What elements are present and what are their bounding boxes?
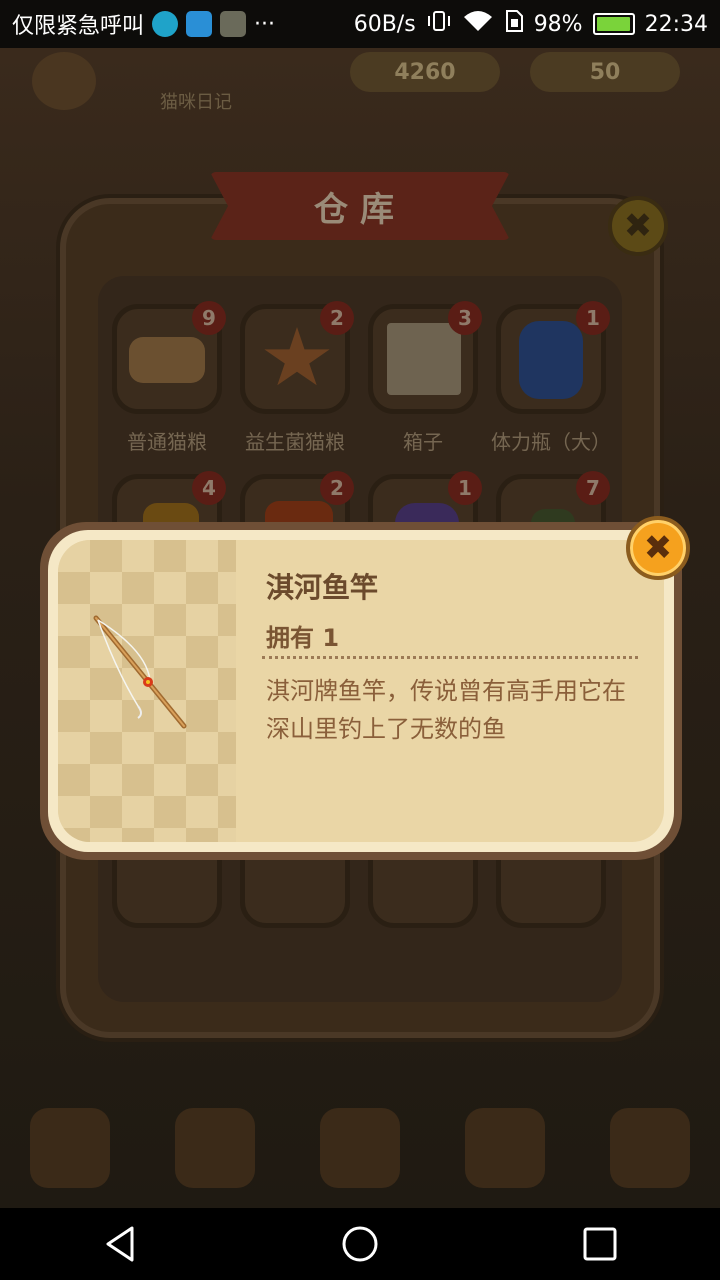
back-triangle-icon — [106, 1226, 134, 1262]
top-bar: 猫咪日记 4260 50 — [0, 48, 720, 118]
clock: 22:34 — [644, 11, 708, 37]
bottom-nav — [0, 1108, 720, 1208]
fishing-rod-icon — [93, 615, 187, 729]
battery-percent: 98% — [533, 11, 583, 37]
nav-scan-button[interactable] — [320, 1108, 400, 1188]
vibrate-icon — [426, 9, 452, 39]
photo-app-icon — [220, 11, 247, 37]
count-badge: 1 — [576, 301, 610, 335]
wifi-icon — [462, 9, 494, 39]
cat-food-icon — [129, 337, 205, 383]
star-cookie-icon — [264, 327, 330, 386]
gem-counter[interactable]: 50 — [530, 52, 680, 92]
item-detail-popup: 淇河鱼竿 拥有 1 淇河牌鱼竿，传说曾有高手用它在深山里钓上了无数的鱼 — [40, 522, 682, 860]
timer-app-icon — [152, 11, 179, 37]
recents-button[interactable] — [570, 1214, 630, 1274]
item-description: 淇河牌鱼竿，传说曾有高手用它在深山里钓上了无数的鱼 — [266, 677, 626, 743]
dotted-divider — [262, 656, 638, 659]
home-button[interactable] — [32, 52, 96, 110]
count-badge: 9 — [192, 301, 226, 335]
count-badge: 4 — [192, 471, 226, 505]
gem-amount: 50 — [589, 59, 621, 85]
home-nav-button[interactable] — [330, 1214, 390, 1274]
nav-shop-button[interactable] — [30, 1108, 110, 1188]
system-nav-bar — [0, 1208, 720, 1280]
sim-icon — [504, 9, 524, 39]
home-circle-icon — [342, 1226, 378, 1262]
close-icon: ✖ — [643, 528, 673, 568]
box-icon — [387, 323, 461, 395]
coin-counter[interactable]: 4260 — [350, 52, 500, 92]
battery-icon — [592, 13, 635, 35]
carrier-text: 仅限紧急呼叫 — [12, 14, 145, 39]
network-speed: 60B/s — [353, 11, 416, 37]
count-badge: 7 — [576, 471, 610, 505]
bottle-icon — [519, 321, 583, 399]
coin-amount: 4260 — [394, 59, 456, 85]
recents-square-icon — [583, 1227, 617, 1261]
count-badge: 2 — [320, 471, 354, 505]
count-badge: 3 — [448, 301, 482, 335]
close-icon: ✖ — [623, 206, 653, 246]
health-app-icon — [186, 11, 213, 37]
back-button[interactable] — [90, 1214, 150, 1274]
nav-bag-button[interactable] — [465, 1108, 545, 1188]
nav-upgrade-button[interactable] — [610, 1108, 690, 1188]
item-name: 淇河鱼竿 — [266, 571, 379, 604]
status-bar: 仅限紧急呼叫 ··· 60B/s 98% 22:34 — [0, 0, 720, 48]
item-label: 体力瓶（大） — [491, 430, 611, 454]
item-owned-count: 拥有 1 — [266, 624, 340, 652]
count-badge: 2 — [320, 301, 354, 335]
nav-paw-button[interactable] — [175, 1108, 255, 1188]
diary-label: 猫咪日记 — [160, 92, 232, 113]
popup-content: 淇河鱼竿 拥有 1 淇河牌鱼竿，传说曾有高手用它在深山里钓上了无数的鱼 — [58, 540, 664, 842]
warehouse-title: 仓库 — [314, 190, 406, 230]
more-notifications-icon: ··· — [254, 11, 275, 37]
count-badge: 1 — [448, 471, 482, 505]
popup-frame: 淇河鱼竿 拥有 1 淇河牌鱼竿，传说曾有高手用它在深山里钓上了无数的鱼 — [48, 530, 674, 852]
popup-close-button[interactable]: ✖ — [626, 516, 690, 580]
warehouse-close-button[interactable]: ✖ — [608, 196, 668, 256]
